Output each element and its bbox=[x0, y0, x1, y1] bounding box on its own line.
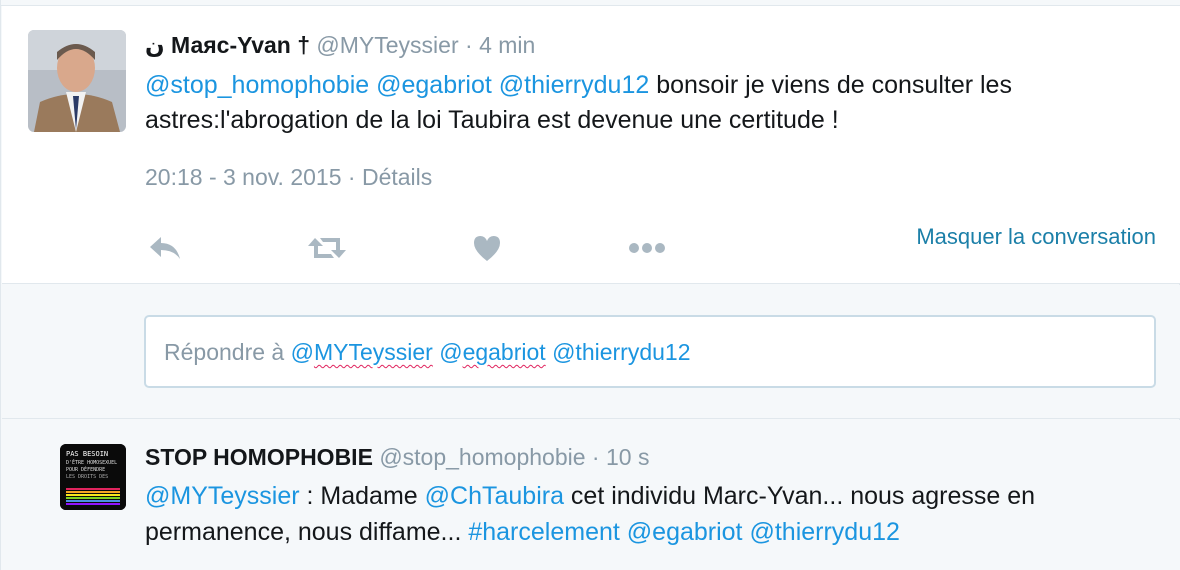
timestamp-date[interactable]: 20:18 - 3 nov. 2015 bbox=[145, 164, 342, 190]
mention-link[interactable]: @egabriot bbox=[376, 71, 492, 99]
reply-mention: @egabriot bbox=[439, 339, 545, 365]
mention-link[interactable]: @thierrydu12 bbox=[499, 71, 649, 99]
reply-input[interactable]: Répondre à @MYTeyssier @egabriot @thierr… bbox=[144, 315, 1156, 388]
tweet-time-ago[interactable]: 10 s bbox=[606, 444, 649, 470]
hide-conversation-link[interactable]: Masquer la conversation bbox=[916, 224, 1156, 250]
reply-button[interactable] bbox=[145, 228, 185, 268]
author-fullname[interactable]: ن Маяс-Yvan † bbox=[145, 32, 310, 58]
tweet-time-ago[interactable]: 4 min bbox=[479, 32, 535, 58]
author-handle[interactable]: @MYTeyssier bbox=[316, 32, 458, 58]
more-button[interactable] bbox=[627, 228, 667, 268]
reply-mention-name: egabriot bbox=[462, 339, 546, 365]
tweet-reply[interactable]: PAS BESOIN D'ÊTRE HOMOSEXUEL POUR DÉFEND… bbox=[2, 420, 1180, 570]
avatar-photo bbox=[28, 30, 126, 132]
tweet-header: ن Маяс-Yvan † @MYTeyssier · 4 min bbox=[145, 32, 535, 59]
timeline-frame: ن Маяс-Yvan † @MYTeyssier · 4 min @stop_… bbox=[0, 0, 1180, 570]
tweet-text: @stop_homophobie @egabriot @thierrydu12 … bbox=[145, 68, 1155, 138]
tweet-timestamp: 20:18 - 3 nov. 2015 · Détails bbox=[145, 164, 432, 191]
author-handle[interactable]: @stop_homophobie bbox=[379, 444, 585, 470]
retweet-button[interactable] bbox=[307, 228, 347, 268]
mention-link[interactable]: @MYTeyssier bbox=[145, 482, 300, 510]
retweet-icon bbox=[308, 238, 346, 258]
svg-text:LES DROITS DES: LES DROITS DES bbox=[66, 474, 108, 480]
avatar[interactable] bbox=[28, 30, 126, 132]
timestamp-separator: · bbox=[341, 164, 362, 190]
reply-mention: @MYTeyssier bbox=[291, 339, 433, 365]
reply-area: Répondre à @MYTeyssier @egabriot @thierr… bbox=[2, 285, 1180, 419]
mention-link[interactable]: @stop_homophobie bbox=[145, 71, 369, 99]
more-icon bbox=[629, 243, 665, 253]
tweet-header: STOP HOMOPHOBIE @stop_homophobie · 10 s bbox=[145, 444, 649, 471]
avatar-logo: PAS BESOIN D'ÊTRE HOMOSEXUEL POUR DÉFEND… bbox=[60, 444, 126, 510]
like-icon bbox=[474, 236, 500, 261]
reply-mention-name: MYTeyssier bbox=[313, 339, 433, 365]
reply-mention-at: @ bbox=[439, 339, 463, 365]
svg-text:D'ÊTRE HOMOSEXUEL: D'ÊTRE HOMOSEXUEL bbox=[66, 458, 117, 466]
like-button[interactable] bbox=[467, 228, 507, 268]
avatar[interactable]: PAS BESOIN D'ÊTRE HOMOSEXUEL POUR DÉFEND… bbox=[60, 444, 126, 510]
tweet-body: : Madame bbox=[299, 482, 425, 510]
header-separator: · bbox=[458, 32, 480, 58]
tweet-main[interactable]: ن Маяс-Yvan † @MYTeyssier · 4 min @stop_… bbox=[2, 6, 1180, 284]
svg-text:POUR DÉFENDRE: POUR DÉFENDRE bbox=[66, 465, 105, 473]
reply-icon bbox=[150, 237, 180, 259]
mention-link[interactable]: @egabriot bbox=[627, 518, 743, 546]
reply-placeholder: Répondre à bbox=[164, 339, 291, 365]
reply-input-text: Répondre à @MYTeyssier @egabriot @thierr… bbox=[164, 339, 691, 366]
tweet-text: @MYTeyssier : Madame @ChTaubira cet indi… bbox=[145, 478, 1155, 550]
author-fullname[interactable]: STOP HOMOPHOBIE bbox=[145, 444, 373, 470]
reply-mention-at: @ bbox=[290, 339, 314, 365]
details-link[interactable]: Détails bbox=[362, 164, 432, 190]
header-separator: · bbox=[585, 444, 606, 470]
svg-text:PAS BESOIN: PAS BESOIN bbox=[66, 450, 108, 458]
mention-link[interactable]: @thierrydu12 bbox=[749, 518, 899, 546]
mention-link[interactable]: @ChTaubira bbox=[425, 482, 564, 510]
reply-mention: @thierrydu12 bbox=[552, 339, 691, 365]
hashtag-link[interactable]: #harcelement bbox=[468, 518, 619, 546]
